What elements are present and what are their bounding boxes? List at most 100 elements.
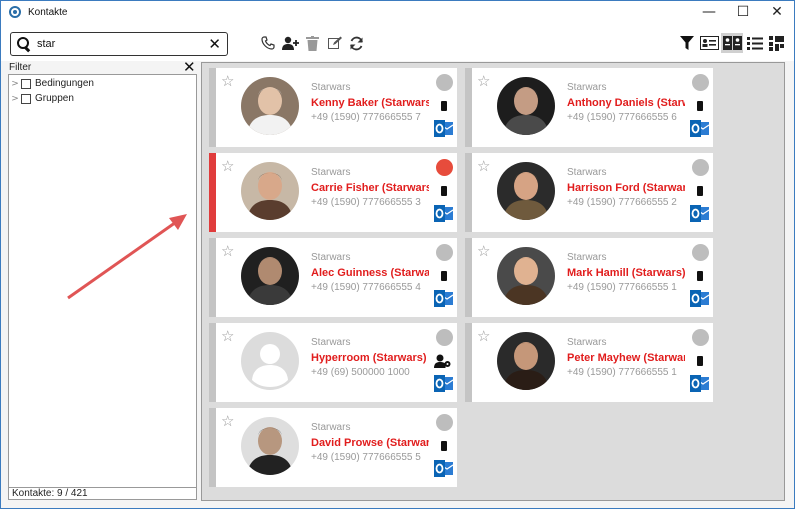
edit-icon[interactable] <box>327 34 343 52</box>
contact-phone[interactable]: +49 (1590) 777666555 7 <box>311 112 421 123</box>
contact-card[interactable]: ☆ Starwars Alec Guinness (Starwars) +49 … <box>209 238 457 317</box>
contact-phone[interactable]: +49 (1590) 777666555 6 <box>567 112 677 123</box>
favorite-star-icon[interactable]: ☆ <box>221 72 234 90</box>
mobile-icon <box>441 101 447 111</box>
tree-item-label: Gruppen <box>35 93 74 104</box>
presence-status-icon <box>692 74 709 91</box>
toolbar: ✕ <box>1 23 794 61</box>
add-user-icon[interactable] <box>282 34 300 52</box>
search-box[interactable]: ✕ <box>10 32 228 56</box>
avatar <box>241 247 299 305</box>
contact-name[interactable]: Kenny Baker (Starwars) <box>311 97 429 109</box>
contact-company: Starwars <box>311 337 351 348</box>
favorite-star-icon[interactable]: ☆ <box>221 412 234 430</box>
contact-phone[interactable]: +49 (1590) 777666555 1 <box>567 282 677 293</box>
delete-icon[interactable] <box>305 34 319 52</box>
tile-view-icon[interactable] <box>721 33 743 53</box>
contact-phone[interactable]: +49 (1590) 777666555 3 <box>311 197 421 208</box>
mobile-icon <box>697 101 703 111</box>
favorite-star-icon[interactable]: ☆ <box>221 242 234 260</box>
outlook-icon[interactable] <box>434 460 454 477</box>
favorite-star-icon[interactable]: ☆ <box>477 327 490 345</box>
presence-status-icon <box>436 329 453 346</box>
chevron-right-icon[interactable]: > <box>9 79 21 89</box>
avatar <box>497 247 555 305</box>
contact-card[interactable]: ☆ Starwars Mark Hamill (Starwars) +49 (1… <box>465 238 713 317</box>
contact-phone[interactable]: +49 (1590) 777666555 1 <box>567 367 677 378</box>
annotation-arrow <box>67 214 187 300</box>
contact-company: Starwars <box>311 167 351 178</box>
avatar <box>241 77 299 135</box>
contact-card[interactable]: ☆ Starwars Peter Mayhew (Starwars) +49 (… <box>465 323 713 402</box>
avatar <box>241 417 299 475</box>
clear-search-icon[interactable]: ✕ <box>208 35 221 53</box>
card-view-icon[interactable] <box>699 34 719 52</box>
favorite-star-icon[interactable]: ☆ <box>477 242 490 260</box>
avatar <box>497 162 555 220</box>
contact-card[interactable]: ☆ Starwars Carrie Fisher (Starwars) +49 … <box>209 153 457 232</box>
outlook-icon[interactable] <box>434 205 454 222</box>
checkbox[interactable] <box>21 93 31 104</box>
checkbox[interactable] <box>21 78 31 89</box>
close-button[interactable]: ✕ <box>760 1 794 23</box>
contact-name[interactable]: Hyperroom (Starwars) <box>311 352 429 364</box>
tree-item-bedingungen[interactable]: > Bedingungen <box>9 77 196 90</box>
outlook-icon[interactable] <box>690 205 710 222</box>
contact-card[interactable]: ☆ Starwars Harrison Ford (Starwars) +49 … <box>465 153 713 232</box>
contact-card[interactable]: ☆ Starwars Kenny Baker (Starwars) +49 (1… <box>209 68 457 147</box>
filter-title: Filter <box>9 62 32 73</box>
contact-phone[interactable]: +49 (1590) 777666555 4 <box>311 282 421 293</box>
title-bar: Kontakte — ☐ ✕ <box>1 1 794 23</box>
favorite-star-icon[interactable]: ☆ <box>221 327 234 345</box>
chevron-right-icon[interactable]: > <box>9 94 21 104</box>
minimize-button[interactable]: — <box>692 1 726 23</box>
presence-status-icon <box>692 159 709 176</box>
favorite-star-icon[interactable]: ☆ <box>477 157 490 175</box>
contact-company: Starwars <box>311 252 351 263</box>
contact-name[interactable]: Peter Mayhew (Starwars) <box>567 352 685 364</box>
outlook-icon[interactable] <box>690 120 710 137</box>
contact-card[interactable]: ☆ Starwars Hyperroom (Starwars) +49 (69)… <box>209 323 457 402</box>
contact-company: Starwars <box>567 337 607 348</box>
tree-item-gruppen[interactable]: > Gruppen <box>9 92 196 105</box>
contact-company: Starwars <box>567 82 607 93</box>
filter-icon[interactable] <box>679 34 695 52</box>
contact-name[interactable]: Mark Hamill (Starwars) <box>567 267 685 279</box>
refresh-icon[interactable] <box>348 34 364 52</box>
tree-item-label: Bedingungen <box>35 78 94 89</box>
contact-name[interactable]: Anthony Daniels (Starwars) <box>567 97 685 109</box>
presence-status-icon <box>692 244 709 261</box>
search-input[interactable] <box>37 38 207 50</box>
contact-phone[interactable]: +49 (1590) 777666555 2 <box>567 197 677 208</box>
mobile-icon <box>441 441 447 451</box>
outlook-icon[interactable] <box>690 290 710 307</box>
avatar <box>241 162 299 220</box>
mobile-icon <box>441 271 447 281</box>
grid-view-icon[interactable] <box>768 34 784 52</box>
presence-status-icon <box>436 414 453 431</box>
contact-name[interactable]: Alec Guinness (Starwars) <box>311 267 429 279</box>
contact-phone[interactable]: +49 (69) 500000 1000 <box>311 367 410 378</box>
contact-card[interactable]: ☆ Starwars David Prowse (Starwars) +49 (… <box>209 408 457 487</box>
favorite-star-icon[interactable]: ☆ <box>221 157 234 175</box>
user-settings-icon <box>434 354 451 371</box>
avatar <box>497 332 555 390</box>
contact-count: Kontakte: 9 / 421 <box>8 488 197 500</box>
contact-name[interactable]: Harrison Ford (Starwars) <box>567 182 685 194</box>
contact-name[interactable]: Carrie Fisher (Starwars) <box>311 182 429 194</box>
outlook-icon[interactable] <box>690 375 710 392</box>
favorite-star-icon[interactable]: ☆ <box>477 72 490 90</box>
outlook-icon[interactable] <box>434 290 454 307</box>
contact-card[interactable]: ☆ Starwars Anthony Daniels (Starwars) +4… <box>465 68 713 147</box>
outlook-icon[interactable] <box>434 375 454 392</box>
search-icon <box>17 37 31 51</box>
call-icon[interactable] <box>260 34 276 52</box>
maximize-button[interactable]: ☐ <box>726 1 760 23</box>
contact-phone[interactable]: +49 (1590) 777666555 5 <box>311 452 421 463</box>
mobile-icon <box>697 271 703 281</box>
outlook-icon[interactable] <box>434 120 454 137</box>
list-view-icon[interactable] <box>746 34 764 52</box>
contact-company: Starwars <box>567 167 607 178</box>
contact-name[interactable]: David Prowse (Starwars) <box>311 437 429 449</box>
window-title: Kontakte <box>28 6 68 18</box>
